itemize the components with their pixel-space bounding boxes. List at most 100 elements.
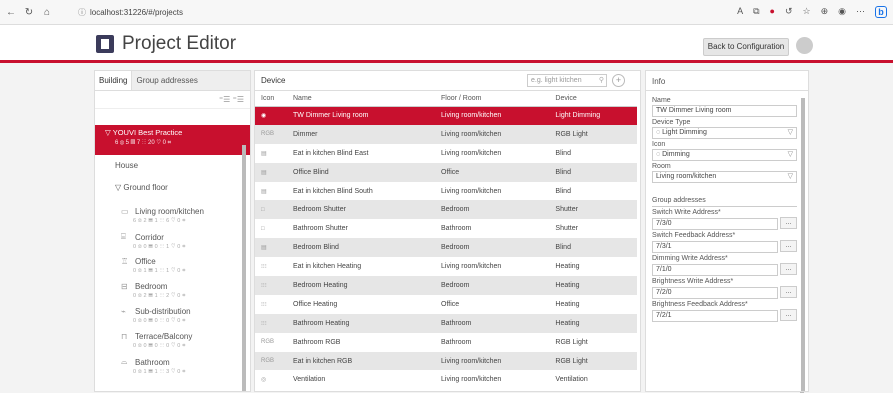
address-picker-button[interactable]: ... — [780, 309, 797, 321]
tab-building[interactable]: Building — [95, 71, 133, 90]
avatar[interactable] — [796, 37, 813, 54]
table-row[interactable]: RGB Bathroom RGB Bathroom RGB Light — [255, 333, 637, 352]
col-header-name[interactable]: Name — [287, 91, 435, 107]
table-row[interactable]: □ Bathroom Shutter Bathroom Shutter — [255, 219, 637, 238]
tree-item-room[interactable]: ⊓ Terrace/Balcony 0 ⦻ 0 ▤ 0 ⁝⁝⁝ 0 ♡ 0 ⌗ — [95, 332, 250, 357]
cell-device: Blind — [549, 162, 637, 182]
cell-device: Heating — [549, 313, 637, 333]
device-icon: ⁝⁝⁝ — [255, 313, 287, 333]
home-icon[interactable]: ⌂ — [40, 7, 54, 18]
back-arrow-icon[interactable]: ← — [4, 7, 18, 18]
info-title: Info — [646, 71, 808, 91]
search-placeholder: e.g. light kitchen — [531, 77, 582, 84]
table-row[interactable]: ⁝⁝⁝ Office Heating Office Heating — [255, 295, 637, 314]
address-field[interactable]: 7/2/1 — [652, 310, 778, 322]
cell-room: Bathroom — [435, 313, 550, 333]
bing-icon[interactable]: b — [875, 6, 887, 18]
address-label: Brightness Feedback Address* — [652, 301, 748, 308]
room-name: Terrace/Balcony — [135, 332, 193, 341]
tree-root-stats: 6 ⦻ 5 ▤ 7 ⁝⁝⁝ 20 ♡ 0 ⌗ — [115, 140, 172, 146]
address-picker-button[interactable]: ... — [780, 217, 797, 229]
table-row[interactable]: ⁝⁝⁝ Eat in kitchen Heating Living room/kit… — [255, 257, 637, 276]
chevron-down-icon[interactable]: ▽ — [105, 128, 113, 137]
tree-item-room[interactable]: ▭ Living room/kitchen 6 ⦻ 2 ▤ 1 ⁝⁝⁝ 6 ♡ 0 … — [95, 207, 250, 232]
collapse-all-icon[interactable]: ⁼☰ — [233, 95, 244, 104]
table-row[interactable]: □ Bedroom Shutter Bedroom Shutter — [255, 200, 637, 220]
table-row[interactable]: ◉ TW Dimmer Living room Living room/kitche… — [255, 106, 637, 125]
room-stats: 0 ⦻ 2 ▤ 1 ⁝⁝⁝ 2 ♡ 0 ⌗ — [133, 293, 186, 299]
cell-room: Living room/kitchen — [435, 351, 550, 371]
table-row[interactable]: ⁝⁝⁝ Bathroom Heating Bathroom Heating — [255, 313, 637, 333]
tab-icon[interactable]: ⧉ — [753, 6, 759, 18]
cell-device: Ventilation — [555, 376, 588, 384]
device-icon: RGB — [255, 124, 287, 144]
device-type-select[interactable]: ◌ Light Dimming ▽ — [652, 127, 797, 139]
room-stats: 0 ⦻ 1 ▤ 1 ⁝⁝⁝ 3 ♡ 0 ⌗ — [133, 369, 186, 375]
tree-item-room[interactable]: ⌓ Bathroom 0 ⦻ 1 ▤ 1 ⁝⁝⁝ 3 ♡ 0 ⌗ — [95, 357, 250, 382]
cell-room: Bedroom — [435, 276, 550, 295]
table-row[interactable]: ⁝⁝⁝ Bedroom Heating Bedroom Heating — [255, 276, 637, 295]
tab-group-addresses[interactable]: Group addresses — [132, 71, 250, 90]
tree-item-room[interactable]: ⌸ Corridor 0 ⦻ 0 ▤ 0 ⁝⁝⁝ 1 ♡ 0 ⌗ — [95, 232, 250, 257]
tree-item-house[interactable]: House — [95, 161, 250, 183]
address-picker-button[interactable]: ... — [780, 263, 797, 275]
cell-room: Living room/kitchen — [435, 106, 550, 125]
col-header-device[interactable]: Device — [549, 91, 637, 107]
info-scrollbar[interactable] — [801, 98, 805, 391]
room-list: ▭ Living room/kitchen 6 ⦻ 2 ▤ 1 ⁝⁝⁝ 6 ♡ 0 … — [95, 207, 250, 382]
cell-device: Blind — [549, 238, 637, 258]
table-row[interactable]: ◎ Ventilation Living room/kitchen Ventilati… — [255, 370, 637, 389]
name-field[interactable]: TW Dimmer Living room — [652, 105, 797, 117]
address-field[interactable]: 7/3/0 — [652, 218, 778, 230]
refresh-icon[interactable]: ↻ — [22, 7, 36, 18]
back-to-configuration-button[interactable]: Back to Configuration — [703, 38, 789, 56]
left-scrollbar[interactable] — [242, 145, 246, 391]
sync-icon[interactable]: ↺ — [785, 6, 793, 18]
table-row[interactable]: ▤ Bedroom Blind Bedroom Blind — [255, 238, 637, 258]
table-row[interactable]: ▤ Office Blind Office Blind — [255, 162, 637, 182]
address-picker-button[interactable]: ... — [780, 286, 797, 298]
tree-item-room[interactable]: ⊟ Bedroom 0 ⦻ 2 ▤ 1 ⁝⁝⁝ 2 ♡ 0 ⌗ — [95, 282, 250, 307]
tree-root-item[interactable]: ▽ YOUVI Best Practice 6 ⦻ 5 ▤ 7 ⁝⁝⁝ 20 ♡… — [95, 125, 250, 155]
collections-icon[interactable]: ⊕ — [821, 6, 829, 18]
chevron-down-icon: ▽ — [787, 173, 793, 180]
table-row[interactable]: ▤ Eat in kitchen Blind South Living room/k… — [255, 182, 637, 201]
device-table: Icon Name Floor / Room Device ◉ TW Dimmer… — [255, 91, 637, 389]
cell-room: Living room/kitchen — [435, 124, 550, 144]
search-input[interactable]: e.g. light kitchen ⚲ — [527, 74, 607, 87]
address-bar[interactable]: ⓘ localhost:31226/#/projects — [78, 7, 183, 18]
tree-item-floor[interactable]: ▽ Ground floor — [95, 183, 250, 207]
cell-name: TW Dimmer Living room — [287, 106, 435, 125]
room-select[interactable]: Living room/kitchen ▽ — [652, 171, 797, 183]
address-field[interactable]: 7/3/1 — [652, 241, 778, 253]
cell-room: Bathroom — [441, 338, 472, 346]
table-row[interactable]: RGB Eat in kitchen RGB Living room/kitchen… — [255, 351, 637, 371]
room-value: Living room/kitchen — [656, 173, 717, 180]
col-header-room[interactable]: Floor / Room — [435, 91, 550, 107]
table-row[interactable]: ▤ Eat in kitchen Blind East Living room/ki… — [255, 144, 637, 163]
extension-icon[interactable]: ● — [770, 6, 775, 18]
cell-device: Heating — [555, 263, 580, 271]
address-field[interactable]: 7/1/0 — [652, 264, 778, 276]
address-label: Switch Feedback Address* — [652, 232, 736, 239]
device-icon: RGB — [255, 351, 287, 371]
room-icon: ⊟ — [121, 282, 128, 291]
icon-select[interactable]: ◌ Dimming ▽ — [652, 149, 797, 161]
add-device-button[interactable]: + — [612, 74, 625, 87]
profile-icon[interactable]: ◉ — [838, 6, 846, 18]
cell-name: Bedroom Blind — [287, 238, 435, 258]
address-field[interactable]: 7/2/0 — [652, 287, 778, 299]
room-icon: ♖ — [121, 257, 129, 266]
col-header-icon[interactable]: Icon — [255, 91, 287, 107]
table-row[interactable]: RGB Dimmer Living room/kitchen RGB Light — [255, 124, 637, 144]
more-icon[interactable]: ⋯ — [856, 6, 865, 18]
tree-item-room[interactable]: ♖ Office 0 ⦻ 1 ▤ 1 ⁝⁝⁝ 1 ♡ 0 ⌗ — [95, 257, 250, 282]
read-aloud-icon[interactable]: A — [737, 6, 743, 18]
expand-all-icon[interactable]: ⁼☰ — [219, 95, 230, 104]
floor-label: Ground floor — [123, 183, 168, 192]
cell-device: Light Dimming — [549, 106, 637, 125]
room-name: Office — [135, 257, 156, 266]
address-picker-button[interactable]: ... — [780, 240, 797, 252]
tree-item-room[interactable]: ⌁ Sub-distribution 0 ⦻ 0 ▤ 0 ⁝⁝⁝ 0 ♡ 0 ⌗ — [95, 307, 250, 332]
favorites-star-icon[interactable]: ☆ — [803, 6, 811, 18]
